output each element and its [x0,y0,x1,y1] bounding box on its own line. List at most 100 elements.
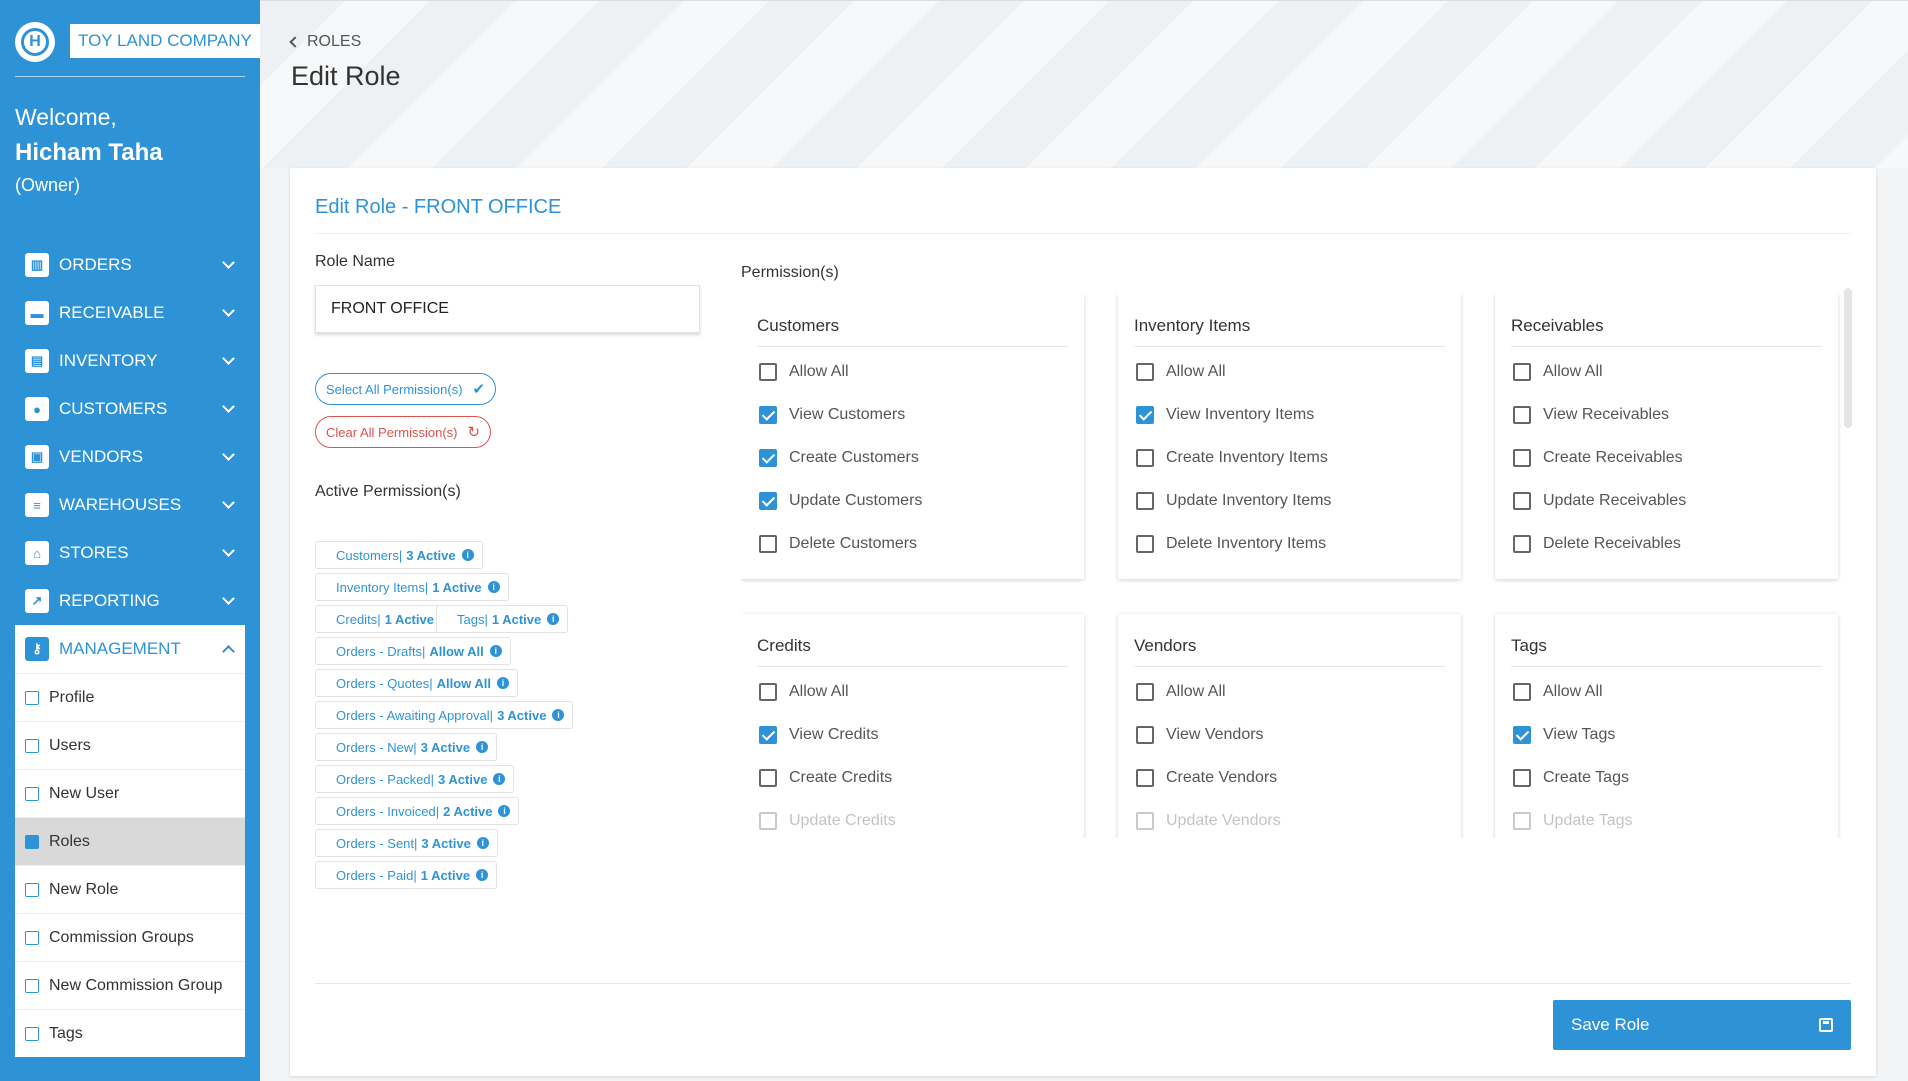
submenu-item-profile[interactable]: Profile [15,673,245,721]
submenu-item-tags[interactable]: Tags [15,1009,245,1057]
permission-label: Update Tags [1543,812,1633,829]
permission-checkbox-row[interactable]: View Tags [1513,725,1615,745]
permission-checkbox-row[interactable]: Create Customers [759,448,919,468]
checkbox-checked[interactable] [1136,406,1154,424]
checkbox-unchecked[interactable] [1513,363,1531,381]
active-permission-chip[interactable]: Orders - Quotes | Allow All i [315,669,518,697]
permission-checkbox-row[interactable]: Create Credits [759,768,892,788]
checkbox-unchecked[interactable] [1513,406,1531,424]
permission-checkbox-row[interactable]: Update Receivables [1513,491,1686,511]
permission-checkbox-row[interactable]: Delete Customers [759,534,917,554]
permission-checkbox-row[interactable]: Allow All [1513,682,1603,702]
permission-checkbox-row[interactable]: Create Receivables [1513,448,1683,468]
sidebar-item-reporting[interactable]: ↗ REPORTING [15,577,245,625]
submenu-item-new-role[interactable]: New Role [15,865,245,913]
breadcrumb[interactable]: ROLES [289,33,361,51]
checkbox-unchecked[interactable] [759,769,777,787]
submenu-item-users[interactable]: Users [15,721,245,769]
permission-checkbox-row[interactable]: View Inventory Items [1136,405,1314,425]
permission-checkbox-row[interactable]: View Customers [759,405,905,425]
permission-label: Allow All [1166,363,1226,380]
active-permission-chip[interactable]: Orders - Awaiting Approval | 3 Active i [315,701,574,729]
submenu-item-new-user[interactable]: New User [15,769,245,817]
sidebar-item-management[interactable]: ⚷ MANAGEMENT [15,625,245,673]
role-name-input[interactable]: FRONT OFFICE [315,285,700,333]
sidebar-item-label: CUSTOMERS [59,399,168,418]
sidebar-item-inventory[interactable]: ▤ INVENTORY [15,337,245,385]
checkbox-unchecked[interactable] [1136,449,1154,467]
checkbox-unchecked[interactable] [1136,683,1154,701]
permission-checkbox-row[interactable]: Create Inventory Items [1136,448,1328,468]
permission-card-title: Receivables [1511,316,1604,335]
chip-separator: | [414,835,418,851]
permission-checkbox-row[interactable]: Update Inventory Items [1136,491,1331,511]
checkbox-unchecked[interactable] [1513,683,1531,701]
sidebar-item-receivable[interactable]: ▬ RECEIVABLE [15,289,245,337]
select-all-button[interactable]: Select All Permission(s) ✔ [315,373,497,405]
company-logo[interactable]: H [15,22,55,62]
permission-checkbox-row[interactable]: Delete Inventory Items [1136,534,1326,554]
checkbox-unchecked[interactable] [1136,812,1154,830]
active-permission-chip[interactable]: Orders - Invoiced | 2 Active i [315,797,520,825]
checkbox-unchecked[interactable] [1136,769,1154,787]
active-permission-chip[interactable]: Orders - Packed | 3 Active i [315,765,515,793]
checkbox-checked[interactable] [759,726,777,744]
checkbox-unchecked[interactable] [1513,769,1531,787]
sidebar-item-customers[interactable]: ● CUSTOMERS [15,385,245,433]
checkbox-unchecked[interactable] [759,363,777,381]
scrollbar[interactable] [1844,288,1852,428]
permission-checkbox-row[interactable]: Delete Receivables [1513,534,1681,554]
active-permission-chip[interactable]: Orders - Sent | 3 Active i [315,829,498,857]
divider [315,983,1851,984]
sidebar-item-vendors[interactable]: ▣ VENDORS [15,433,245,481]
checkbox-unchecked[interactable] [1136,363,1154,381]
checkbox-unchecked[interactable] [1513,535,1531,553]
company-name[interactable]: TOY LAND COMPANY [70,24,260,58]
active-permission-chip[interactable]: Inventory Items | 1 Active i [315,573,509,601]
permission-checkbox-row[interactable]: Create Tags [1513,768,1629,788]
checkbox-unchecked[interactable] [759,683,777,701]
checkbox-unchecked[interactable] [759,812,777,830]
permission-checkbox-row[interactable]: Update Tags [1513,811,1633,831]
permission-checkbox-row[interactable]: View Vendors [1136,725,1264,745]
checkbox-checked[interactable] [759,492,777,510]
checkbox-unchecked[interactable] [759,535,777,553]
sidebar-item-orders[interactable]: ▥ ORDERS [15,241,245,289]
active-permission-chip[interactable]: Customers | 3 Active i [315,541,483,569]
sidebar-item-stores[interactable]: ⌂ STORES [15,529,245,577]
clear-all-button[interactable]: Clear All Permission(s) ↻ [315,416,492,448]
sidebar-item-warehouses[interactable]: ≡ WAREHOUSES [15,481,245,529]
active-permission-chip[interactable]: Tags | 1 Active i [436,605,569,633]
permission-checkbox-row[interactable]: Update Customers [759,491,922,511]
submenu-item-new-commission-group[interactable]: New Commission Group [15,961,245,1009]
checkbox-unchecked[interactable] [1513,449,1531,467]
permission-checkbox-row[interactable]: Allow All [759,362,849,382]
permission-checkbox-row[interactable]: Allow All [759,682,849,702]
permission-checkbox-row[interactable]: Update Credits [759,811,896,831]
submenu-item-roles[interactable]: Roles [15,817,245,865]
permission-checkbox-row[interactable]: Allow All [1136,682,1226,702]
submenu-item-commission-groups[interactable]: Commission Groups [15,913,245,961]
checkbox-checked[interactable] [759,449,777,467]
permission-checkbox-row[interactable]: View Credits [759,725,879,745]
checkbox-unchecked[interactable] [1513,492,1531,510]
permission-checkbox-row[interactable]: Create Vendors [1136,768,1277,788]
square-icon [25,930,39,945]
checkbox-unchecked[interactable] [1136,492,1154,510]
checkbox-checked[interactable] [1513,726,1531,744]
permission-checkbox-row[interactable]: Update Vendors [1136,811,1281,831]
checkbox-checked[interactable] [759,406,777,424]
checkbox-unchecked[interactable] [1513,812,1531,830]
divider [757,666,1068,667]
active-permission-chip[interactable]: Orders - Paid | 1 Active i [315,861,498,889]
permission-checkbox-row[interactable]: Allow All [1513,362,1603,382]
permission-checkbox-row[interactable]: View Receivables [1513,405,1669,425]
save-role-button[interactable]: Save Role [1553,1000,1851,1050]
checkbox-unchecked[interactable] [1136,726,1154,744]
chip-name: Orders - Quotes [336,675,430,691]
active-permission-chip[interactable]: Orders - New | 3 Active i [315,733,498,761]
active-permission-chip[interactable]: Orders - Drafts | Allow All i [315,637,511,665]
divider [1511,666,1822,667]
permission-checkbox-row[interactable]: Allow All [1136,362,1226,382]
checkbox-unchecked[interactable] [1136,535,1154,553]
